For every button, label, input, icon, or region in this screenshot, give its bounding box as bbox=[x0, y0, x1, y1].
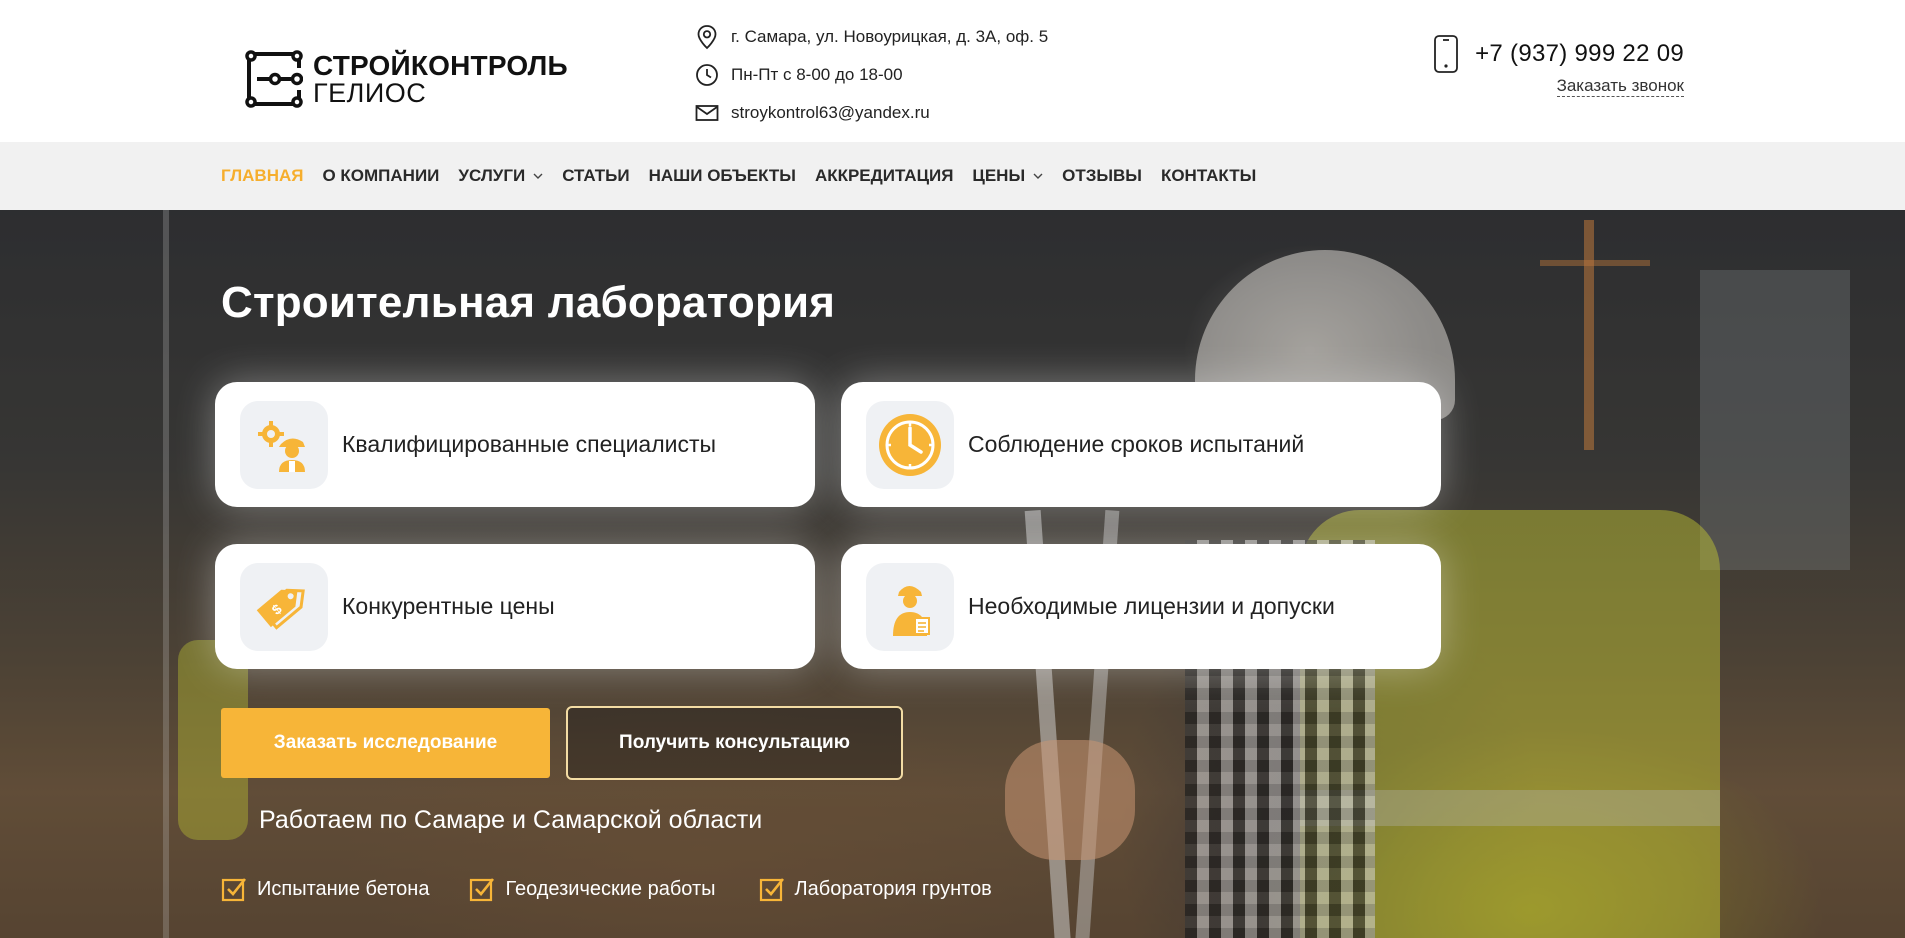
nav-item-prices[interactable]: ЦЕНЫ bbox=[972, 166, 1043, 186]
nav-item-services[interactable]: УСЛУГИ bbox=[458, 166, 543, 186]
price-tag-icon: $ bbox=[256, 588, 305, 630]
feature-card: $ Конкурентные цены bbox=[215, 544, 815, 669]
checklist-label: Испытание бетона bbox=[257, 877, 430, 900]
chevron-down-icon bbox=[1033, 173, 1043, 179]
feature-text: Квалифицированные специалисты bbox=[342, 431, 717, 457]
email-row[interactable]: stroykontrol63@yandex.ru bbox=[694, 94, 1048, 132]
nav-item-label: УСЛУГИ bbox=[458, 166, 526, 185]
feature-icon-box bbox=[866, 400, 954, 489]
callback-link[interactable]: Заказать звонок bbox=[1556, 76, 1684, 97]
envelope-icon bbox=[695, 105, 719, 121]
nav-item-objects[interactable]: НАШИ ОБЪЕКТЫ bbox=[649, 166, 796, 186]
nav-item-about[interactable]: О КОМПАНИИ bbox=[322, 166, 439, 186]
feature-card: Квалифицированные специалисты bbox=[215, 382, 815, 507]
checklist-item: Геодезические работы bbox=[469, 876, 716, 902]
hero-section: Строительная лаборатория Квалифицированн… bbox=[0, 210, 1905, 938]
nav-item-reviews[interactable]: ОТЗЫВЫ bbox=[1062, 166, 1142, 186]
checkbox-checked-icon bbox=[470, 878, 495, 902]
get-consultation-button[interactable]: Получить консультацию bbox=[566, 706, 903, 780]
feature-card: Соблюдение сроков испытаний bbox=[841, 382, 1441, 507]
phone-number[interactable]: +7 (937) 999 22 09 bbox=[1475, 40, 1684, 68]
logo-title: СТРОЙКОНТРОЛЬ bbox=[313, 49, 568, 81]
logo-subtitle: ГЕЛИОС bbox=[313, 77, 427, 108]
nav-item-accreditation[interactable]: АККРЕДИТАЦИЯ bbox=[815, 166, 953, 186]
region-text: Работаем по Самаре и Самарской области bbox=[259, 806, 763, 834]
logo[interactable]: СТРОЙКОНТРОЛЬ ГЕЛИОС bbox=[245, 50, 568, 108]
specialist-gear-icon bbox=[258, 420, 305, 472]
licensed-worker-icon bbox=[893, 585, 930, 636]
site-header: СТРОЙКОНТРОЛЬ ГЕЛИОС г. Самара, ул. Ново… bbox=[0, 0, 1905, 142]
logo-icon bbox=[245, 50, 303, 108]
feature-text: Необходимые лицензии и допуски bbox=[968, 593, 1335, 619]
phone-block: +7 (937) 999 22 09 Заказать звонок bbox=[1433, 34, 1684, 97]
nav-item-label: ЦЕНЫ bbox=[972, 166, 1026, 185]
nav-item-articles[interactable]: СТАТЬИ bbox=[562, 166, 629, 186]
chevron-down-icon bbox=[533, 173, 543, 179]
hero-title: Строительная лаборатория bbox=[221, 278, 836, 327]
order-research-button[interactable]: Заказать исследование bbox=[221, 708, 550, 778]
hours-row: Пн-Пт с 8-00 до 18-00 bbox=[694, 56, 1048, 94]
feature-icon-box: $ bbox=[240, 562, 328, 651]
checklist-label: Лаборатория грунтов bbox=[794, 877, 992, 900]
checkbox-checked-icon bbox=[221, 878, 247, 902]
service-checklist: Испытание бетона Геодезические работы Ла… bbox=[221, 876, 1032, 902]
location-pin-icon bbox=[697, 25, 717, 50]
feature-icon-box bbox=[866, 562, 954, 651]
hours-text: Пн-Пт с 8-00 до 18-00 bbox=[731, 65, 903, 84]
clock-icon bbox=[879, 413, 941, 476]
checklist-label: Геодезические работы bbox=[505, 877, 716, 900]
mobile-phone-icon bbox=[1434, 35, 1458, 73]
nav-item-home[interactable]: ГЛАВНАЯ bbox=[221, 166, 303, 186]
feature-icon-box bbox=[240, 400, 328, 489]
checklist-item: Лаборатория грунтов bbox=[759, 876, 992, 902]
main-nav: ГЛАВНАЯ О КОМПАНИИ УСЛУГИ СТАТЬИ НАШИ ОБ… bbox=[0, 142, 1905, 210]
nav-item-contacts[interactable]: КОНТАКТЫ bbox=[1161, 166, 1256, 186]
feature-card: Необходимые лицензии и допуски bbox=[841, 544, 1441, 669]
clock-icon bbox=[696, 64, 718, 86]
feature-text: Соблюдение сроков испытаний bbox=[968, 431, 1305, 457]
checkbox-checked-icon bbox=[759, 878, 784, 902]
feature-text: Конкурентные цены bbox=[342, 593, 555, 619]
email-link[interactable]: stroykontrol63@yandex.ru bbox=[731, 103, 930, 123]
address-text: г. Самара, ул. Новоурицкая, д. 3А, оф. 5 bbox=[731, 27, 1049, 46]
header-contacts: г. Самара, ул. Новоурицкая, д. 3А, оф. 5… bbox=[694, 18, 1048, 132]
address-row: г. Самара, ул. Новоурицкая, д. 3А, оф. 5 bbox=[694, 18, 1048, 56]
checklist-item: Испытание бетона bbox=[221, 876, 429, 902]
